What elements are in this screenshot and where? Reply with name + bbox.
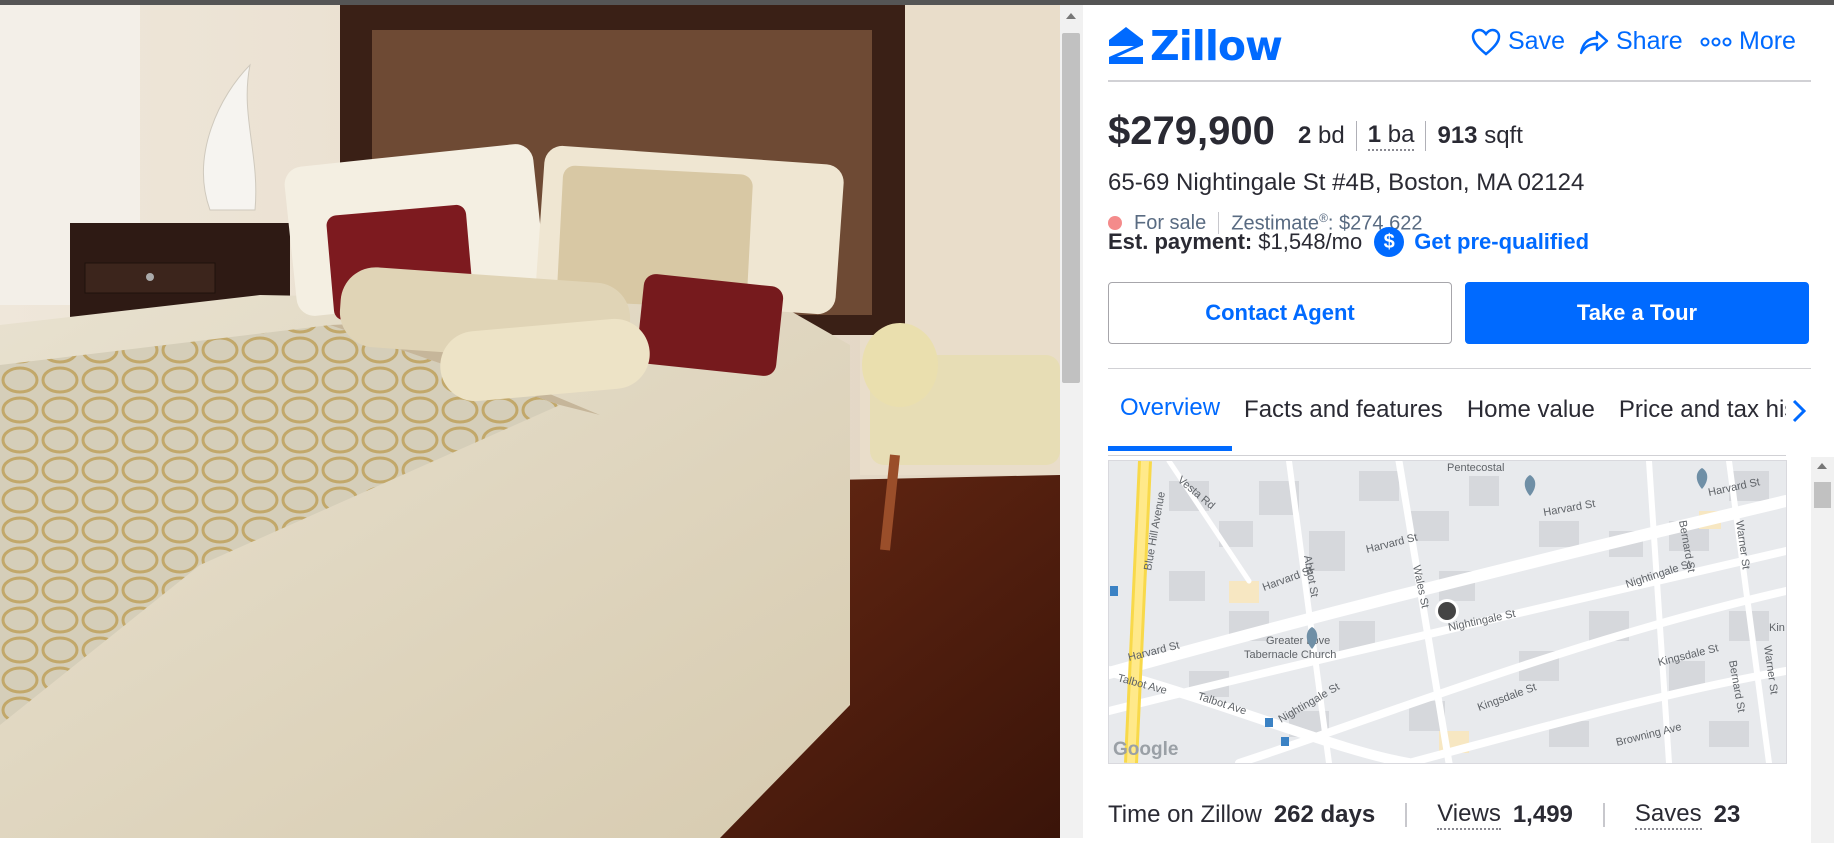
map-canvas: Blue Hill Avenue Vesta Rd Abbot St Pente… xyxy=(1109,461,1786,763)
content-scrollbar[interactable] xyxy=(1811,457,1834,843)
zillow-logo-icon xyxy=(1109,27,1143,64)
views-label: Views xyxy=(1437,800,1501,830)
stats-divider xyxy=(1602,803,1605,827)
listing-details-panel: Zillow Save Share More $279,900 2 bd 1 b… xyxy=(1083,5,1834,843)
tab-facts-and-features[interactable]: Facts and features xyxy=(1232,369,1455,451)
views-stat[interactable]: Views 1,499 xyxy=(1437,800,1573,830)
panel-header: Zillow Save Share More xyxy=(1108,5,1811,82)
fact-divider xyxy=(1425,121,1427,151)
share-button[interactable]: Share xyxy=(1579,27,1683,56)
time-on-zillow-value: 262 days xyxy=(1273,801,1376,828)
heart-icon xyxy=(1471,28,1501,56)
scroll-up-arrow-icon[interactable] xyxy=(1066,13,1076,19)
dollar-icon: $ xyxy=(1374,227,1405,257)
google-logo: Google xyxy=(1113,739,1178,760)
views-value: 1,499 xyxy=(1512,801,1573,828)
sqft-unit: sqft xyxy=(1484,122,1523,149)
share-icon xyxy=(1579,30,1609,54)
sqft-value: 913 xyxy=(1437,122,1478,149)
map-label-church-2: Tabernacle Church xyxy=(1244,649,1336,661)
est-payment-row: Est. payment: $1,548/mo $ Get pre-qualif… xyxy=(1108,227,1589,257)
tabs-next-button[interactable] xyxy=(1787,395,1811,427)
scroll-up-arrow-icon[interactable] xyxy=(1817,463,1827,469)
bed-bath-sqft: 2 bd 1 ba 913 sqft xyxy=(1298,121,1523,151)
chevron-right-icon xyxy=(1792,399,1806,423)
contact-agent-button[interactable]: Contact Agent xyxy=(1108,282,1452,344)
save-button[interactable]: Save xyxy=(1471,27,1565,56)
beds-value: 2 xyxy=(1298,122,1312,149)
baths-value: 1 xyxy=(1367,121,1382,148)
est-payment-value: $1,548/mo xyxy=(1258,229,1363,254)
stats-divider xyxy=(1405,803,1408,827)
scrollbar-thumb[interactable] xyxy=(1062,33,1080,383)
share-label: Share xyxy=(1616,27,1683,55)
more-button[interactable]: More xyxy=(1700,27,1796,56)
take-a-tour-button[interactable]: Take a Tour xyxy=(1465,282,1809,344)
est-payment-label: Est. payment: xyxy=(1108,229,1253,254)
listing-stats: Time on Zillow 262 days Views 1,499 Save… xyxy=(1108,800,1740,830)
section-tabs: Overview Facts and features Home value P… xyxy=(1108,369,1786,456)
tab-price-and-tax-history[interactable]: Price and tax history xyxy=(1607,369,1786,451)
saves-label: Saves xyxy=(1634,800,1702,830)
sqft-fact: 913 sqft xyxy=(1437,122,1522,150)
beds-fact: 2 bd xyxy=(1298,122,1345,150)
baths-fact[interactable]: 1 ba xyxy=(1367,121,1415,151)
get-prequalified-link[interactable]: Get pre-qualified xyxy=(1414,229,1589,255)
tab-home-value[interactable]: Home value xyxy=(1455,369,1607,451)
tab-overview[interactable]: Overview xyxy=(1108,369,1233,451)
zillow-logo[interactable]: Zillow xyxy=(1108,22,1283,70)
save-label: Save xyxy=(1508,27,1565,55)
time-on-zillow: Time on Zillow 262 days xyxy=(1108,801,1375,829)
fact-divider xyxy=(1355,121,1357,151)
photo-scrollbar[interactable] xyxy=(1060,5,1083,838)
logo-text: Zillow xyxy=(1150,22,1283,70)
listing-address: 65-69 Nightingale St #4B, Boston, MA 021… xyxy=(1108,169,1585,196)
time-on-zillow-label: Time on Zillow xyxy=(1108,801,1262,828)
bedroom-photo-image xyxy=(0,5,1060,838)
scrollbar-thumb[interactable] xyxy=(1814,482,1831,508)
map-label-pentecostal: Pentecostal xyxy=(1447,462,1504,474)
more-dots-icon xyxy=(1700,37,1732,46)
map-label-kin: Kin xyxy=(1769,622,1785,634)
baths-unit: ba xyxy=(1387,121,1415,148)
beds-unit: bd xyxy=(1318,122,1345,149)
location-map[interactable]: Blue Hill Avenue Vesta Rd Abbot St Pente… xyxy=(1108,460,1787,764)
saves-value: 23 xyxy=(1713,801,1741,828)
more-label: More xyxy=(1739,27,1796,55)
registered-mark: ® xyxy=(1319,211,1328,225)
listing-photo[interactable] xyxy=(0,5,1060,838)
map-label-church-1: Greater Love xyxy=(1266,635,1330,647)
listing-price: $279,900 xyxy=(1108,109,1275,153)
saves-stat[interactable]: Saves 23 xyxy=(1634,800,1741,830)
